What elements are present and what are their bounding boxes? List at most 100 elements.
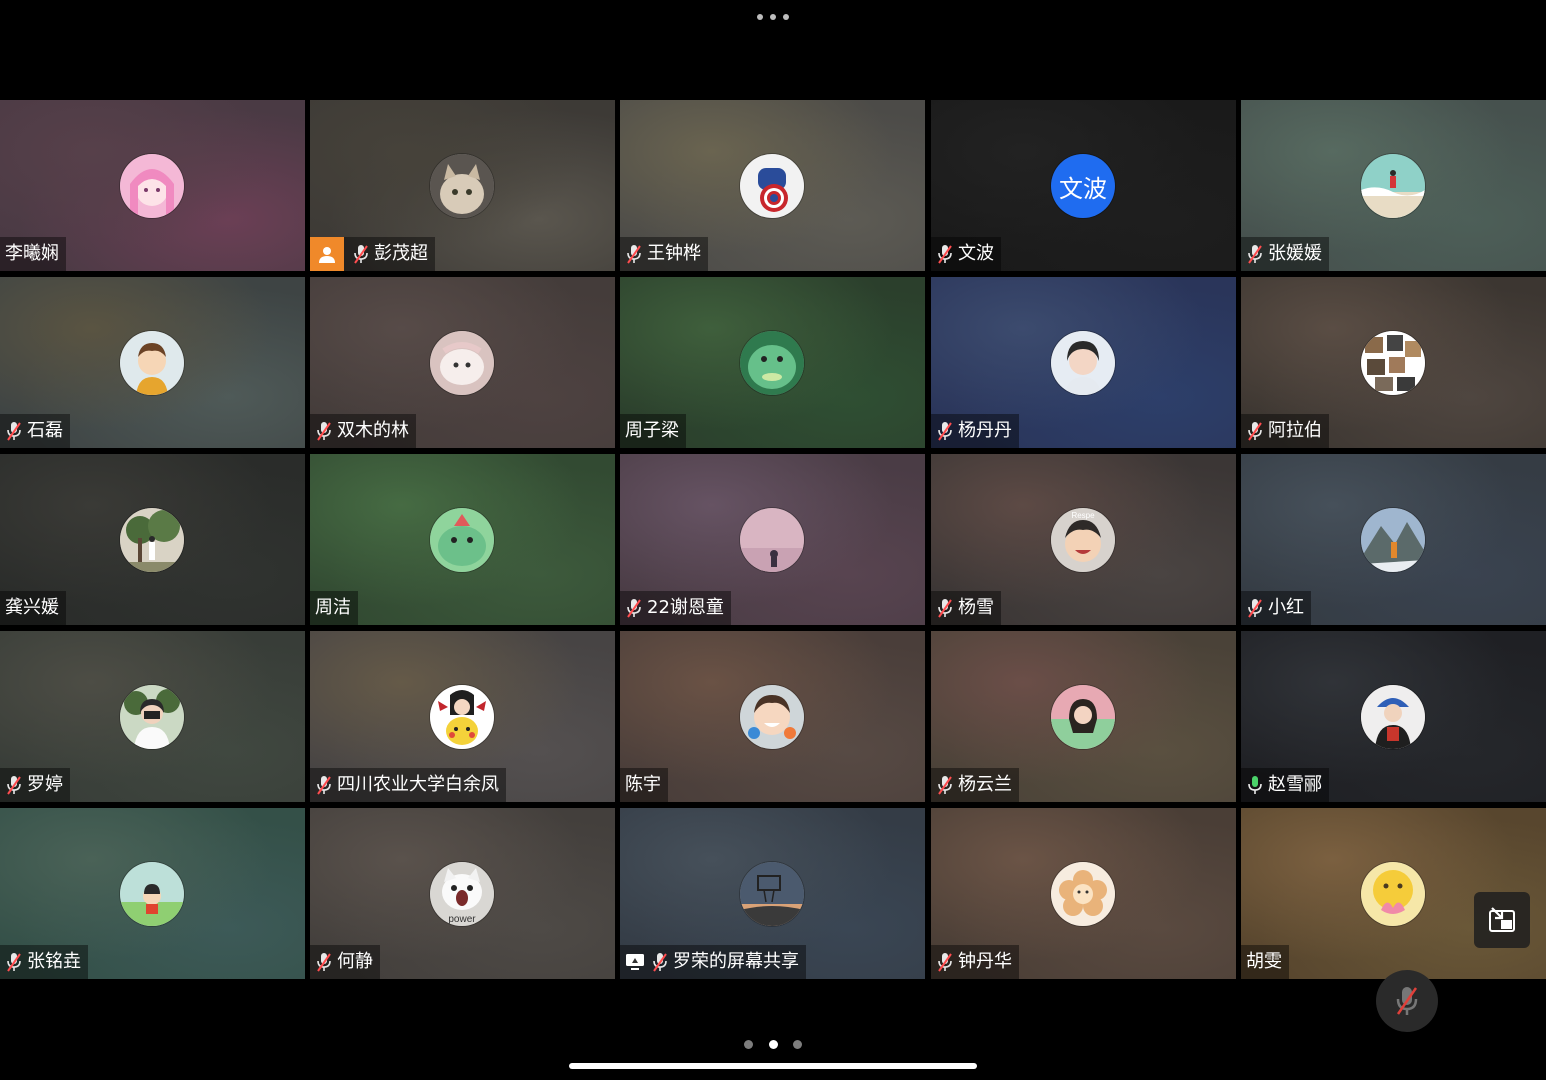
page-dot-2[interactable] <box>768 1039 778 1049</box>
mic-muted-icon <box>1248 599 1262 618</box>
participant-tile[interactable]: 彭茂超 <box>310 100 615 271</box>
participant-name: 龚兴媛 <box>5 597 59 618</box>
participant-label: 赵雪郦 <box>1241 768 1329 802</box>
participant-name: 钟丹华 <box>958 951 1012 972</box>
avatar-basketball-hoop-sunset <box>740 862 804 926</box>
participant-tile[interactable]: 文波 文波 <box>931 100 1236 271</box>
participant-name: 胡雯 <box>1246 951 1282 972</box>
participant-tile[interactable]: 龚兴媛 <box>0 454 305 625</box>
participant-tile[interactable]: 赵雪郦 <box>1241 631 1546 802</box>
participant-tile[interactable]: 钟丹华 <box>931 808 1236 979</box>
avatar-green-dinosaur-hat <box>430 508 494 572</box>
svg-text:Respe: Respe <box>1071 511 1095 520</box>
participant-tile[interactable]: 双木的林 <box>310 277 615 448</box>
mic-muted-icon <box>1248 245 1262 264</box>
dot <box>770 14 776 20</box>
participant-tile[interactable]: 石磊 <box>0 277 305 448</box>
svg-text:power: power <box>448 914 476 925</box>
participant-label: 22谢恩童 <box>620 591 731 625</box>
home-indicator <box>569 1063 977 1069</box>
participant-tile[interactable]: 阿拉伯 <box>1241 277 1546 448</box>
avatar-white-dog <box>430 331 494 395</box>
mic-muted-icon <box>317 422 331 441</box>
avatar-girl-with-camera <box>120 685 184 749</box>
participant-tile[interactable]: 张媛媛 <box>1241 100 1546 271</box>
participant-tile[interactable]: 杨云兰 <box>931 631 1236 802</box>
avatar-green-dinosaur <box>740 331 804 395</box>
avatar-cat-collage <box>1361 331 1425 395</box>
avatar: 文波 <box>1051 154 1115 218</box>
participant-tile[interactable]: power 何静 <box>310 808 615 979</box>
mic-off-icon <box>1396 987 1418 1015</box>
avatar-beach-figure <box>1361 154 1425 218</box>
more-options-icon[interactable] <box>757 12 789 22</box>
participant-tile[interactable]: 王钟桦 <box>620 100 925 271</box>
page-dot-1[interactable] <box>744 1039 753 1049</box>
participant-label: 罗婷 <box>0 768 70 802</box>
participant-name: 石磊 <box>27 420 63 441</box>
participant-name: 赵雪郦 <box>1268 774 1322 795</box>
participant-name: 文波 <box>958 243 994 264</box>
participant-name: 彭茂超 <box>374 243 428 264</box>
participant-label: 四川农业大学白余凤 <box>310 768 506 802</box>
mute-microphone-button[interactable] <box>1376 970 1438 1032</box>
participant-tile[interactable]: 22谢恩童 <box>620 454 925 625</box>
participant-tile[interactable]: 罗荣的屏幕共享 <box>620 808 925 979</box>
participant-label: 陈宇 <box>620 768 668 802</box>
participant-name: 罗荣的屏幕共享 <box>673 951 799 972</box>
participant-name: 小红 <box>1268 597 1304 618</box>
participant-name: 周洁 <box>315 597 351 618</box>
avatar-mountain-hiker <box>1361 508 1425 572</box>
participant-label: 彭茂超 <box>310 237 435 271</box>
participant-name: 周子梁 <box>625 420 679 441</box>
participant-label: 周洁 <box>310 591 358 625</box>
participant-tile[interactable]: 周子梁 <box>620 277 925 448</box>
participant-name: 李曦娴 <box>5 243 59 264</box>
participant-label: 胡雯 <box>1241 945 1289 979</box>
participant-label: 阿拉伯 <box>1241 414 1329 448</box>
mic-muted-icon <box>938 422 952 441</box>
participant-label: 钟丹华 <box>931 945 1019 979</box>
participant-name: 罗婷 <box>27 774 63 795</box>
participant-label: 何静 <box>310 945 380 979</box>
floating-window-button[interactable] <box>1474 892 1530 948</box>
participant-tile[interactable]: 杨丹丹 <box>931 277 1236 448</box>
participant-tile[interactable]: 张铭垚 <box>0 808 305 979</box>
participant-name: 杨雪 <box>958 597 994 618</box>
avatar-emoji-with-lotus <box>1361 862 1425 926</box>
mic-muted-icon <box>7 422 21 441</box>
dot <box>783 14 789 20</box>
mic-muted-icon <box>627 599 641 618</box>
avatar-cat-photo <box>430 154 494 218</box>
mic-muted-icon <box>317 953 331 972</box>
avatar-laughing-child: Respe <box>1051 508 1115 572</box>
mic-muted-icon <box>938 776 952 795</box>
participant-label: 杨丹丹 <box>931 414 1019 448</box>
screen-share-icon <box>626 954 644 970</box>
participant-tile[interactable]: 罗婷 <box>0 631 305 802</box>
participant-tile[interactable]: 李曦娴 <box>0 100 305 271</box>
avatar-cartoon-boy <box>120 331 184 395</box>
avatar-girl-portrait <box>1051 331 1115 395</box>
participant-label: 双木的林 <box>310 414 416 448</box>
participant-tile[interactable]: 陈宇 <box>620 631 925 802</box>
participant-label: 杨云兰 <box>931 768 1019 802</box>
pip-exit-icon <box>1489 907 1515 932</box>
page-dot-3[interactable] <box>793 1039 802 1049</box>
participant-label: 文波 <box>931 237 1001 271</box>
participant-label: 小红 <box>1241 591 1311 625</box>
avatar-flower-cartoon <box>1051 862 1115 926</box>
participant-name: 王钟桦 <box>647 243 701 264</box>
participant-name: 四川农业大学白余凤 <box>337 774 499 795</box>
mic-muted-icon <box>938 953 952 972</box>
participant-name: 杨丹丹 <box>958 420 1012 441</box>
participant-tile[interactable]: 四川农业大学白余凤 <box>310 631 615 802</box>
participant-tile[interactable]: 周洁 <box>310 454 615 625</box>
mic-active-icon <box>1248 776 1262 794</box>
avatar-smiling-child <box>740 685 804 749</box>
avatar-girl-under-tree <box>120 508 184 572</box>
participant-tile[interactable]: Respe 杨雪 <box>931 454 1236 625</box>
participant-tile[interactable]: 小红 <box>1241 454 1546 625</box>
participant-label: 龚兴媛 <box>0 591 66 625</box>
page-indicator[interactable] <box>744 1038 802 1050</box>
